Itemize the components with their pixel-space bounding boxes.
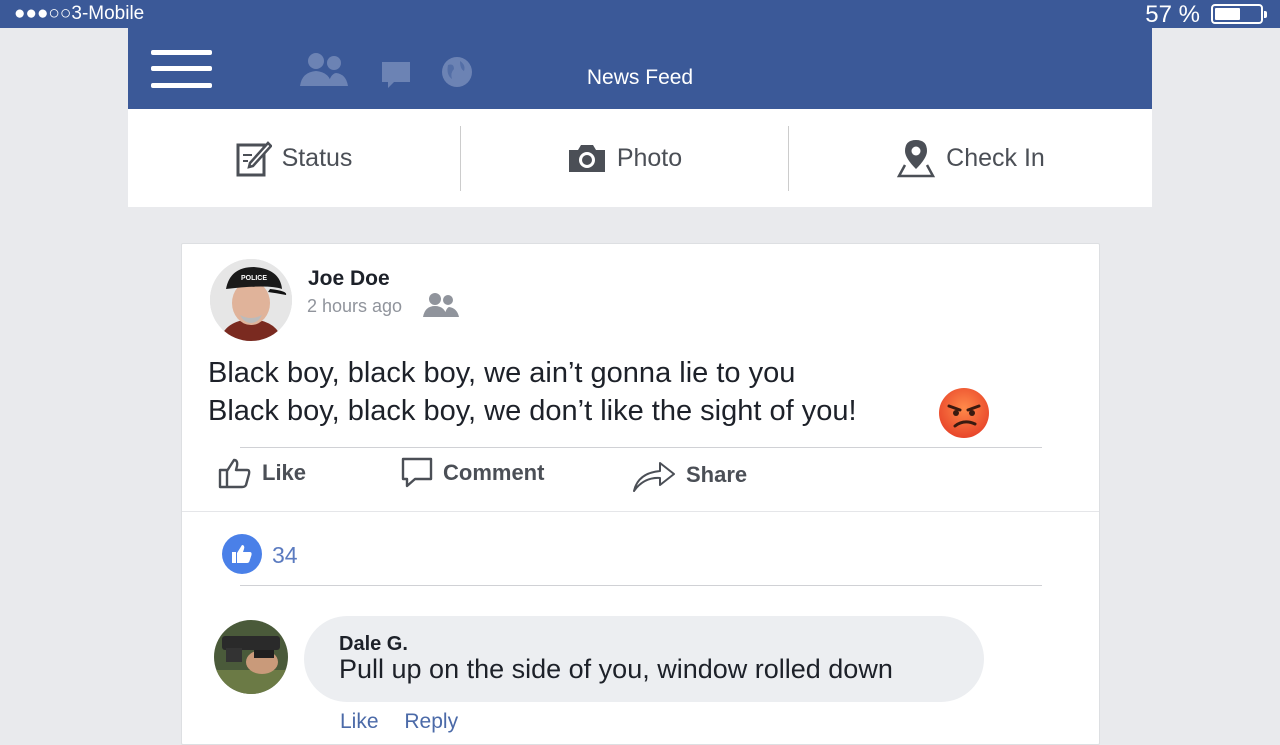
page-title: News Feed <box>586 66 694 89</box>
post-text: Black boy, black boy, we ain’t gonna lie… <box>208 354 857 430</box>
photo-button[interactable]: Photo <box>461 109 788 207</box>
battery-icon <box>1211 4 1267 24</box>
comment-icon <box>401 457 433 488</box>
like-count[interactable]: 34 <box>272 542 298 569</box>
checkin-button[interactable]: Check In <box>789 109 1152 207</box>
post-author[interactable]: Joe Doe <box>308 267 390 291</box>
battery-fill <box>1215 8 1240 20</box>
status-button[interactable]: Status <box>128 109 460 207</box>
thumbs-up-icon <box>218 458 251 489</box>
post-card: POLICE Joe Doe 2 hours ago Black boy, bl… <box>181 243 1100 745</box>
carrier-label: ●●●○○3-Mobile <box>14 3 145 24</box>
battery-percent: 57 % <box>1145 1 1200 28</box>
avatar[interactable]: POLICE <box>210 259 292 341</box>
like-badge-icon[interactable] <box>222 534 262 574</box>
svg-text:POLICE: POLICE <box>241 275 267 282</box>
like-label: Like <box>262 460 307 485</box>
post-timestamp[interactable]: 2 hours ago <box>307 296 402 317</box>
photo-label: Photo <box>616 143 683 172</box>
share-icon <box>633 462 675 492</box>
comment-text: Pull up on the side of you, window rolle… <box>339 654 893 684</box>
composer-bar: Status Photo Check In <box>128 109 1152 207</box>
post-text-line1: Black boy, black boy, we ain’t gonna lie… <box>208 357 796 389</box>
nav-bar: News Feed <box>128 28 1152 109</box>
comment-avatar[interactable] <box>214 620 288 694</box>
status-label: Status <box>281 143 353 172</box>
location-pin-icon <box>897 140 936 178</box>
comment-actions: Like Reply <box>340 710 478 734</box>
camera-icon <box>568 145 605 172</box>
edit-icon <box>236 141 272 177</box>
comment-reply-link[interactable]: Reply <box>404 710 458 733</box>
angry-face-icon <box>939 388 989 438</box>
share-button[interactable]: Share <box>632 457 747 493</box>
menu-icon[interactable] <box>151 50 212 88</box>
messages-icon[interactable] <box>380 60 412 90</box>
friends-icon[interactable] <box>298 52 350 88</box>
comment-button[interactable]: Comment <box>401 457 544 489</box>
divider <box>240 447 1042 448</box>
comment-bubble: Dale G. Pull up on the side of you, wind… <box>304 616 984 702</box>
friends-audience-icon <box>423 293 459 317</box>
share-label: Share <box>686 462 748 487</box>
checkin-label: Check In <box>946 143 1045 172</box>
post-text-line2: Black boy, black boy, we don’t like the … <box>208 395 857 427</box>
divider <box>240 585 1042 586</box>
status-bar: ●●●○○3-Mobile 57 % <box>0 0 1280 28</box>
comment-author[interactable]: Dale G. <box>339 633 408 656</box>
comment-label: Comment <box>443 460 545 485</box>
divider <box>182 511 1099 512</box>
globe-icon[interactable] <box>440 55 474 89</box>
like-button[interactable]: Like <box>218 457 306 489</box>
comment-like-link[interactable]: Like <box>340 710 379 733</box>
